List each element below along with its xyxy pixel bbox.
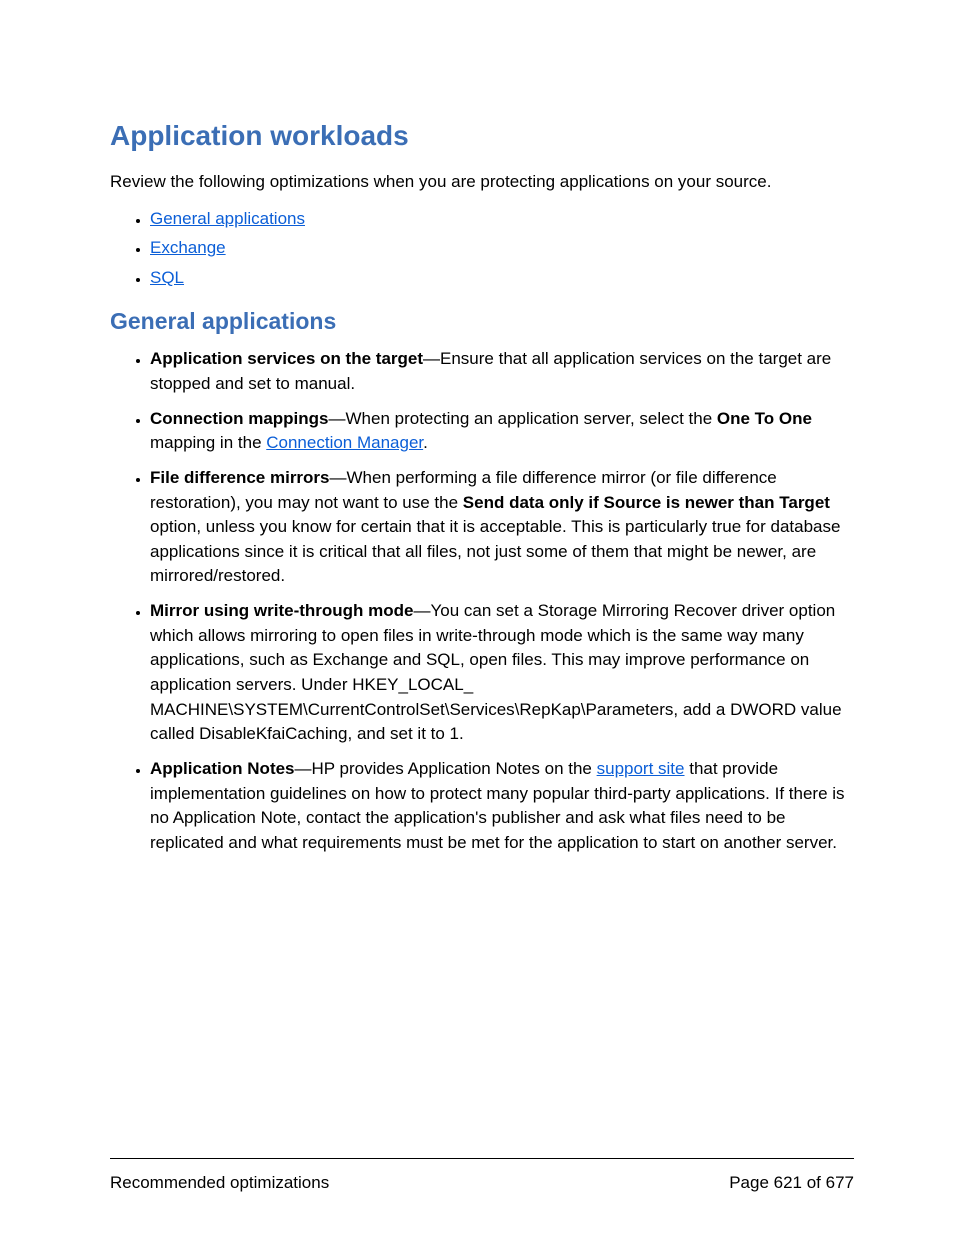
toc-item: SQL xyxy=(150,265,854,291)
support-site-link[interactable]: support site xyxy=(597,759,685,778)
document-page: Application workloads Review the followi… xyxy=(0,0,954,1235)
connection-manager-link[interactable]: Connection Manager xyxy=(266,433,423,452)
details-list: Application services on the target—Ensur… xyxy=(110,347,854,855)
detail-term: Application Notes xyxy=(150,759,295,778)
toc-list: General applications Exchange SQL xyxy=(110,206,854,291)
toc-link-sql[interactable]: SQL xyxy=(150,268,184,287)
detail-bold-inline: One To One xyxy=(717,409,812,428)
detail-item-app-services: Application services on the target—Ensur… xyxy=(150,347,854,396)
detail-text: —HP provides Application Notes on the xyxy=(295,759,597,778)
intro-text: Review the following optimizations when … xyxy=(110,170,854,194)
section-heading: General applications xyxy=(110,308,854,335)
detail-bold-inline: Send data only if Source is newer than T… xyxy=(463,493,830,512)
toc-link-general[interactable]: General applications xyxy=(150,209,305,228)
detail-term: Mirror using write-through mode xyxy=(150,601,414,620)
detail-term: Connection mappings xyxy=(150,409,329,428)
detail-item-file-diff: File difference mirrors—When performing … xyxy=(150,466,854,589)
detail-term: File difference mirrors xyxy=(150,468,330,487)
detail-item-connection-mappings: Connection mappings—When protecting an a… xyxy=(150,407,854,456)
toc-item: General applications xyxy=(150,206,854,232)
detail-text: —When protecting an application server, … xyxy=(329,409,717,428)
detail-text: . xyxy=(423,433,428,452)
detail-text: mapping in the xyxy=(150,433,266,452)
detail-item-app-notes: Application Notes—HP provides Applicatio… xyxy=(150,757,854,856)
detail-term: Application services on the target xyxy=(150,349,423,368)
page-footer: Recommended optimizations Page 621 of 67… xyxy=(110,1158,854,1193)
footer-section-label: Recommended optimizations xyxy=(110,1173,329,1193)
detail-text: option, unless you know for certain that… xyxy=(150,517,840,585)
toc-item: Exchange xyxy=(150,235,854,261)
page-title: Application workloads xyxy=(110,120,854,152)
detail-item-mirror-write: Mirror using write-through mode—You can … xyxy=(150,599,854,747)
detail-text: —You can set a Storage Mirroring Recover… xyxy=(150,601,842,743)
toc-link-exchange[interactable]: Exchange xyxy=(150,238,226,257)
footer-page-number: Page 621 of 677 xyxy=(729,1173,854,1193)
